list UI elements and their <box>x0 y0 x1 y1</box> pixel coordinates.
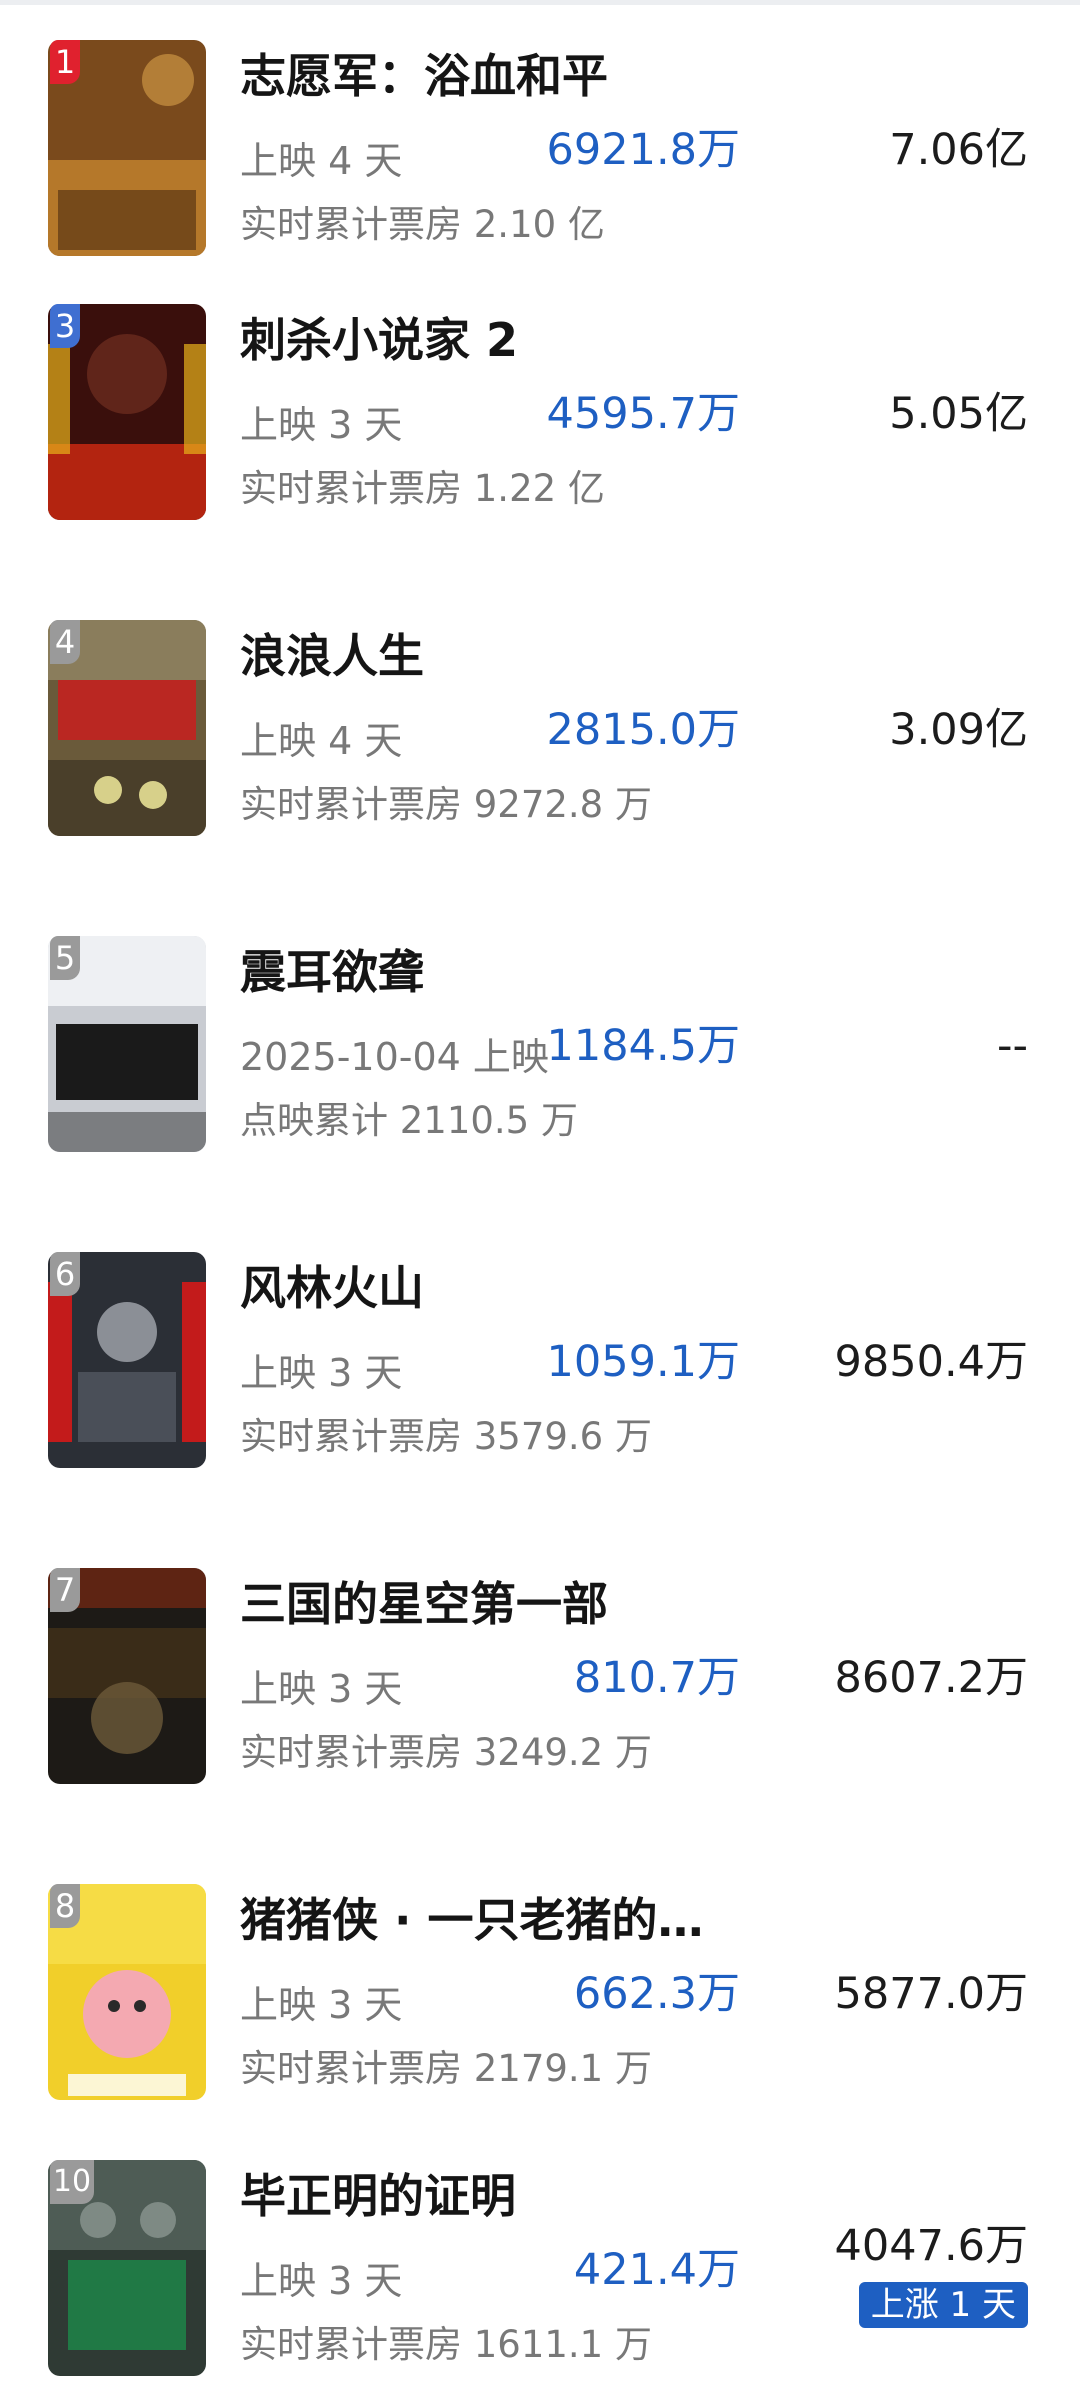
release-days: 上映 3 天 <box>240 403 403 447</box>
daily-value: 810.7 <box>573 1653 697 1703</box>
movie-row[interactable]: 1 志愿军：浴血和平 上映 4 天 实时累计票房 2.10 亿 6921.8万 … <box>0 40 1080 270</box>
movie-title[interactable]: 志愿军：浴血和平 <box>240 44 760 108</box>
movie-row[interactable]: 4 浪浪人生 上映 4 天 实时累计票房 9272.8 万 2815.0万 3.… <box>0 620 1080 850</box>
movie-row[interactable]: 3 刺杀小说家 2 上映 3 天 实时累计票房 1.22 亿 4595.7万 5… <box>0 304 1080 534</box>
daily-box-office: 662.3万 <box>574 1964 740 2024</box>
movie-title[interactable]: 风林火山 <box>240 1256 760 1320</box>
total-value: 5877.0 <box>834 1969 985 2019</box>
total-box-office: 9850.4万 <box>835 1332 1028 1392</box>
total-value: 7.06 <box>889 125 985 175</box>
movie-title[interactable]: 毕正明的证明 <box>240 2164 760 2228</box>
daily-unit: 万 <box>697 389 740 439</box>
total-unit: 万 <box>985 1653 1028 1703</box>
rank-badge: 7 <box>50 1568 80 1612</box>
daily-box-office: 6921.8万 <box>547 120 740 180</box>
daily-box-office: 1059.1万 <box>547 1332 740 1392</box>
daily-value: 6921.8 <box>546 125 697 175</box>
cumulative-box-office: 实时累计票房 1611.1 万 <box>240 2323 652 2366</box>
rank-badge: 6 <box>50 1252 80 1296</box>
release-days: 上映 3 天 <box>240 1351 403 1395</box>
daily-unit: 万 <box>697 1021 740 1071</box>
movie-title[interactable]: 震耳欲聋 <box>240 940 760 1004</box>
cumulative-box-office: 实时累计票房 3249.2 万 <box>240 1731 652 1774</box>
total-value: 4047.6 <box>834 2221 985 2271</box>
daily-box-office: 2815.0万 <box>547 700 740 760</box>
cumulative-box-office: 实时累计票房 9272.8 万 <box>240 783 652 826</box>
daily-value: 2815.0 <box>546 705 697 755</box>
release-days: 上映 3 天 <box>240 1667 403 1711</box>
rank-badge: 4 <box>50 620 80 664</box>
total-unit: 亿 <box>985 705 1028 755</box>
total-unit: 万 <box>985 2221 1028 2271</box>
daily-unit: 万 <box>697 1653 740 1703</box>
release-days: 上映 3 天 <box>240 1983 403 2027</box>
daily-value: 1059.1 <box>546 1337 697 1387</box>
release-days: 上映 3 天 <box>240 2259 403 2303</box>
movie-row[interactable]: 6 风林火山 上映 3 天 实时累计票房 3579.6 万 1059.1万 98… <box>0 1252 1080 1482</box>
daily-value: 421.4 <box>573 2245 697 2295</box>
movie-title[interactable]: 三国的星空第一部 <box>240 1572 760 1636</box>
movie-row[interactable]: 5 震耳欲聋 2025-10-04 上映 点映累计 2110.5 万 1184.… <box>0 936 1080 1166</box>
total-box-office: 8607.2万 <box>835 1648 1028 1708</box>
daily-unit: 万 <box>697 1969 740 2019</box>
total-box-office: 5.05亿 <box>889 384 1028 444</box>
movie-row[interactable]: 7 三国的星空第一部 上映 3 天 实时累计票房 3249.2 万 810.7万… <box>0 1568 1080 1798</box>
daily-box-office: 810.7万 <box>574 1648 740 1708</box>
total-value: 5.05 <box>889 389 985 439</box>
movie-row[interactable]: 8 猪猪侠 · 一只老猪的… 上映 3 天 实时累计票房 2179.1 万 66… <box>0 1884 1080 2114</box>
daily-box-office: 421.4万 <box>574 2240 740 2300</box>
daily-unit: 万 <box>697 705 740 755</box>
daily-value: 662.3 <box>573 1969 697 2019</box>
total-value: -- <box>996 1021 1028 1071</box>
release-days: 上映 4 天 <box>240 139 403 183</box>
total-box-office: 7.06亿 <box>889 120 1028 180</box>
cumulative-box-office: 实时累计票房 3579.6 万 <box>240 1415 652 1458</box>
total-value: 3.09 <box>889 705 985 755</box>
rank-badge: 8 <box>50 1884 80 1928</box>
rank-badge: 10 <box>50 2160 94 2204</box>
release-days: 上映 4 天 <box>240 719 403 763</box>
total-unit: 万 <box>985 1969 1028 2019</box>
total-box-office: 3.09亿 <box>889 700 1028 760</box>
movie-title[interactable]: 浪浪人生 <box>240 624 760 688</box>
total-box-office: -- <box>997 1016 1028 1076</box>
total-value: 9850.4 <box>834 1337 985 1387</box>
daily-value: 1184.5 <box>546 1021 697 1071</box>
movie-title[interactable]: 猪猪侠 · 一只老猪的… <box>240 1888 760 1952</box>
release-days: 2025-10-04 上映 <box>240 1035 549 1079</box>
cumulative-box-office: 实时累计票房 2179.1 万 <box>240 2047 652 2090</box>
cumulative-box-office: 实时累计票房 1.22 亿 <box>240 467 605 510</box>
total-box-office: 4047.6万 <box>835 2216 1028 2276</box>
daily-box-office: 1184.5万 <box>547 1016 740 1076</box>
total-value: 8607.2 <box>834 1653 985 1703</box>
rank-badge: 5 <box>50 936 80 980</box>
cumulative-box-office: 点映累计 2110.5 万 <box>240 1099 578 1142</box>
trend-badge: 上涨 1 天 <box>858 2282 1028 2328</box>
total-unit: 亿 <box>985 125 1028 175</box>
total-unit: 亿 <box>985 389 1028 439</box>
rank-badge: 3 <box>50 304 80 348</box>
daily-unit: 万 <box>697 1337 740 1387</box>
movie-row[interactable]: 10 毕正明的证明 上映 3 天 实时累计票房 1611.1 万 421.4万 … <box>0 2160 1080 2390</box>
movie-title[interactable]: 刺杀小说家 2 <box>240 308 760 372</box>
rank-badge: 1 <box>50 40 80 84</box>
daily-unit: 万 <box>697 125 740 175</box>
total-box-office: 5877.0万 <box>835 1964 1028 2024</box>
daily-box-office: 4595.7万 <box>547 384 740 444</box>
top-divider <box>0 0 1080 5</box>
daily-unit: 万 <box>697 2245 740 2295</box>
cumulative-box-office: 实时累计票房 2.10 亿 <box>240 203 605 246</box>
daily-value: 4595.7 <box>546 389 697 439</box>
total-unit: 万 <box>985 1337 1028 1387</box>
